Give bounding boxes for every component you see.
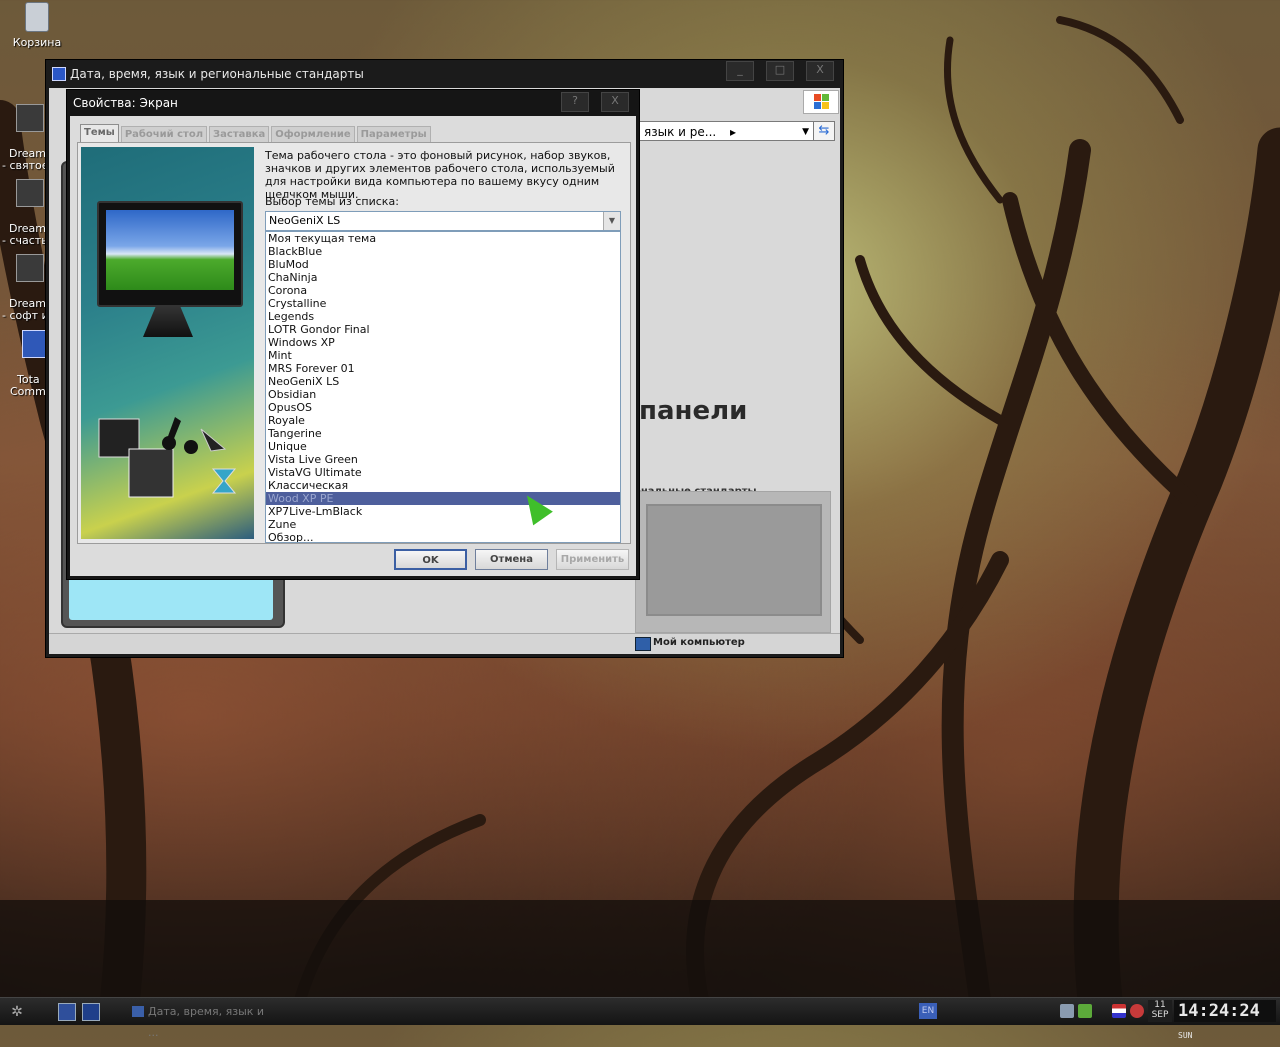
themes-panel: Тема рабочего стола - это фоновый рисуно…	[77, 142, 631, 544]
tab-appearance[interactable]: Оформление	[271, 126, 355, 142]
control-panel-icon	[52, 67, 66, 81]
theme-list-item[interactable]: BluMod	[266, 258, 620, 271]
quick-launch-floppy-icon[interactable]	[58, 1003, 76, 1021]
clock[interactable]: 14:24:24 SUN	[1174, 1000, 1276, 1040]
theme-list-label: Выбор темы из списка:	[265, 195, 399, 208]
dialog-title: Свойства: Экран	[73, 96, 178, 110]
date-month: SEP	[1151, 1010, 1169, 1020]
theme-list-item[interactable]: VistaVG Ultimate	[266, 466, 620, 479]
theme-list-item[interactable]: Vista Live Green	[266, 453, 620, 466]
page-heading: панели	[639, 396, 748, 426]
maximize-button[interactable]: □	[766, 61, 794, 81]
theme-preview-image	[81, 147, 254, 539]
theme-list-item[interactable]: Legends	[266, 310, 620, 323]
window-title: Дата, время, язык и региональные стандар…	[70, 67, 364, 81]
theme-list-item[interactable]: Obsidian	[266, 388, 620, 401]
theme-list-item[interactable]: Tangerine	[266, 427, 620, 440]
dialog-close-button[interactable]: X	[601, 92, 629, 112]
theme-list-item[interactable]: OpusOS	[266, 401, 620, 414]
breadcrumb-arrow-icon: ▸	[730, 125, 737, 139]
taskbar-button-label: Дата, время, язык и ...	[148, 1005, 265, 1039]
theme-list-item[interactable]: Corona	[266, 284, 620, 297]
apply-button[interactable]: Применить	[556, 549, 629, 570]
theme-list-item[interactable]: Mint	[266, 349, 620, 362]
dreampr-icon	[16, 254, 44, 282]
quick-launch-app-icon[interactable]	[82, 1003, 100, 1021]
monitor-icon	[646, 504, 822, 616]
theme-list-item[interactable]: Zune	[266, 518, 620, 531]
network-icon[interactable]	[1060, 1004, 1074, 1018]
tab-settings[interactable]: Параметры	[356, 126, 431, 142]
language-indicator[interactable]: EN	[919, 1003, 937, 1019]
dialog-body: Темы Рабочий стол Заставка Оформление Па…	[70, 116, 636, 576]
theme-list-item[interactable]: XP7Live-LmBlack	[266, 505, 620, 518]
go-button[interactable]: ⇆	[813, 121, 835, 141]
shield-icon[interactable]	[1130, 1004, 1144, 1018]
dialog-titlebar[interactable]: Свойства: Экран ? X	[67, 90, 639, 116]
display-properties-dialog: Свойства: Экран ? X Темы Рабочий стол За…	[66, 89, 640, 580]
tab-themes[interactable]: Темы	[80, 124, 119, 142]
dreamlair-icon	[16, 104, 44, 132]
clock-time: 14:24:24	[1178, 1001, 1260, 1021]
sync-icon[interactable]	[1078, 1004, 1092, 1018]
monitor-preview-icon	[97, 201, 243, 307]
my-computer-icon	[635, 637, 651, 651]
status-bar: Мой компьютер	[49, 633, 840, 654]
theme-list-item[interactable]: Unique	[266, 440, 620, 453]
dreamlair-icon	[16, 179, 44, 207]
tab-strip: Темы Рабочий стол Заставка Оформление Па…	[80, 124, 433, 142]
minimize-button[interactable]: _	[726, 61, 754, 81]
theme-list-item[interactable]: NeoGeniX LS	[266, 375, 620, 388]
close-button[interactable]: X	[806, 61, 834, 81]
desktop-icon-recycle-bin[interactable]: Корзина	[2, 2, 72, 49]
start-button[interactable]: ✲	[6, 1003, 28, 1021]
theme-list-item[interactable]: BlackBlue	[266, 245, 620, 258]
tab-screensaver[interactable]: Заставка	[209, 126, 270, 142]
theme-list-item[interactable]: MRS Forever 01	[266, 362, 620, 375]
flag-icon[interactable]	[1112, 1004, 1126, 1018]
status-text: Мой компьютер	[653, 637, 745, 648]
date-display[interactable]: 11 SEP	[1148, 1000, 1172, 1022]
address-text: язык и ре...	[644, 125, 717, 139]
control-panel-icon	[132, 1006, 144, 1017]
help-button[interactable]: ?	[561, 92, 589, 112]
theme-list-item[interactable]: Windows XP	[266, 336, 620, 349]
theme-list-item[interactable]: ChaNinja	[266, 271, 620, 284]
tab-desktop[interactable]: Рабочий стол	[120, 126, 208, 142]
control-panel-titlebar[interactable]: Дата, время, язык и региональные стандар…	[46, 60, 843, 88]
windows-logo-icon	[803, 90, 839, 114]
taskbar-button-control-panel[interactable]: Дата, время, язык и ...	[128, 1001, 278, 1039]
theme-select-value: NeoGeniX LS	[269, 214, 341, 227]
address-combo[interactable]: язык и ре... ▸ ▼	[639, 121, 814, 141]
theme-icons-preview	[98, 417, 237, 498]
recycle-bin-icon	[25, 2, 49, 32]
theme-list-item[interactable]: Классическая	[266, 479, 620, 492]
theme-list-item[interactable]: LOTR Gondor Final	[266, 323, 620, 336]
category-preview[interactable]	[635, 491, 831, 633]
date-day: 11	[1154, 1000, 1166, 1010]
theme-select[interactable]: NeoGeniX LS ▼	[265, 211, 621, 231]
monitor-stand	[143, 307, 193, 337]
theme-description: Тема рабочего стола - это фоновый рисуно…	[265, 149, 615, 201]
theme-list-item[interactable]: Crystalline	[266, 297, 620, 310]
theme-list-item[interactable]: Royale	[266, 414, 620, 427]
chevron-down-icon[interactable]: ▼	[802, 122, 809, 142]
refresh-icon: ⇆	[818, 123, 830, 138]
theme-list[interactable]: Моя текущая тема BlackBlue BluMod ChaNinja C…	[265, 231, 621, 543]
theme-list-item[interactable]: Wood XP PE	[266, 492, 620, 505]
theme-list-item[interactable]: Обзор...	[266, 531, 620, 542]
desktop-icon-label: Корзина	[12, 36, 62, 49]
taskbar: ✲ Дата, время, язык и ... EN 11 SEP 14:2…	[0, 997, 1280, 1040]
theme-list-item[interactable]: Моя текущая тема	[266, 232, 620, 245]
cancel-button[interactable]: Отмена	[475, 549, 548, 570]
ok-button[interactable]: OK	[394, 549, 467, 570]
chevron-down-icon[interactable]: ▼	[603, 212, 620, 230]
clock-weekday: SUN	[1178, 1031, 1193, 1040]
